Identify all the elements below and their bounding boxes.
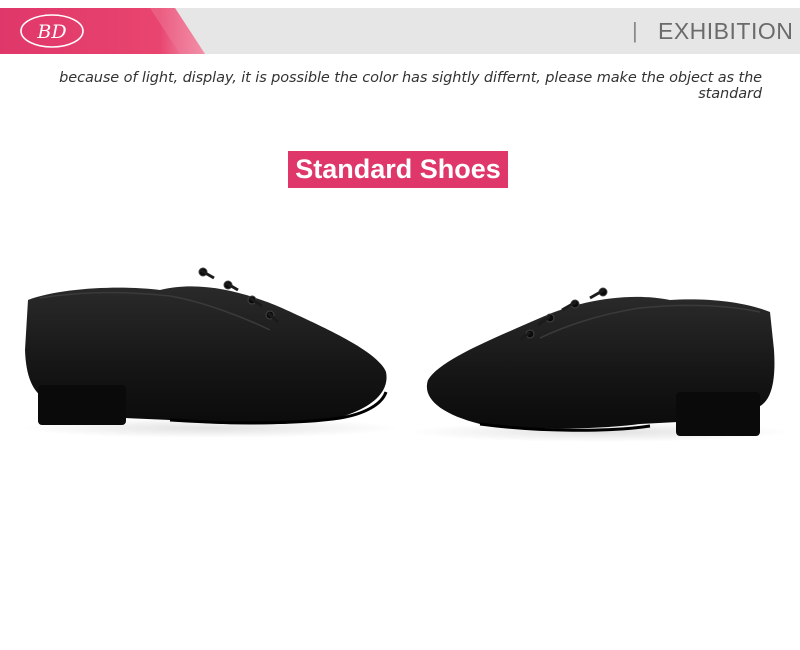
brand-logo-tab[interactable]: BD (0, 8, 205, 54)
header-separator: | (632, 18, 638, 43)
section-heading-exhibition: EXHIBITION (658, 18, 794, 44)
product-title-label: Standard Shoes (288, 151, 508, 188)
product-photo (20, 267, 790, 442)
color-disclaimer: because of light, display, it is possibl… (59, 70, 762, 102)
shoe-right (410, 287, 790, 442)
svg-text:BD: BD (36, 21, 66, 43)
shoe-left (20, 267, 400, 438)
